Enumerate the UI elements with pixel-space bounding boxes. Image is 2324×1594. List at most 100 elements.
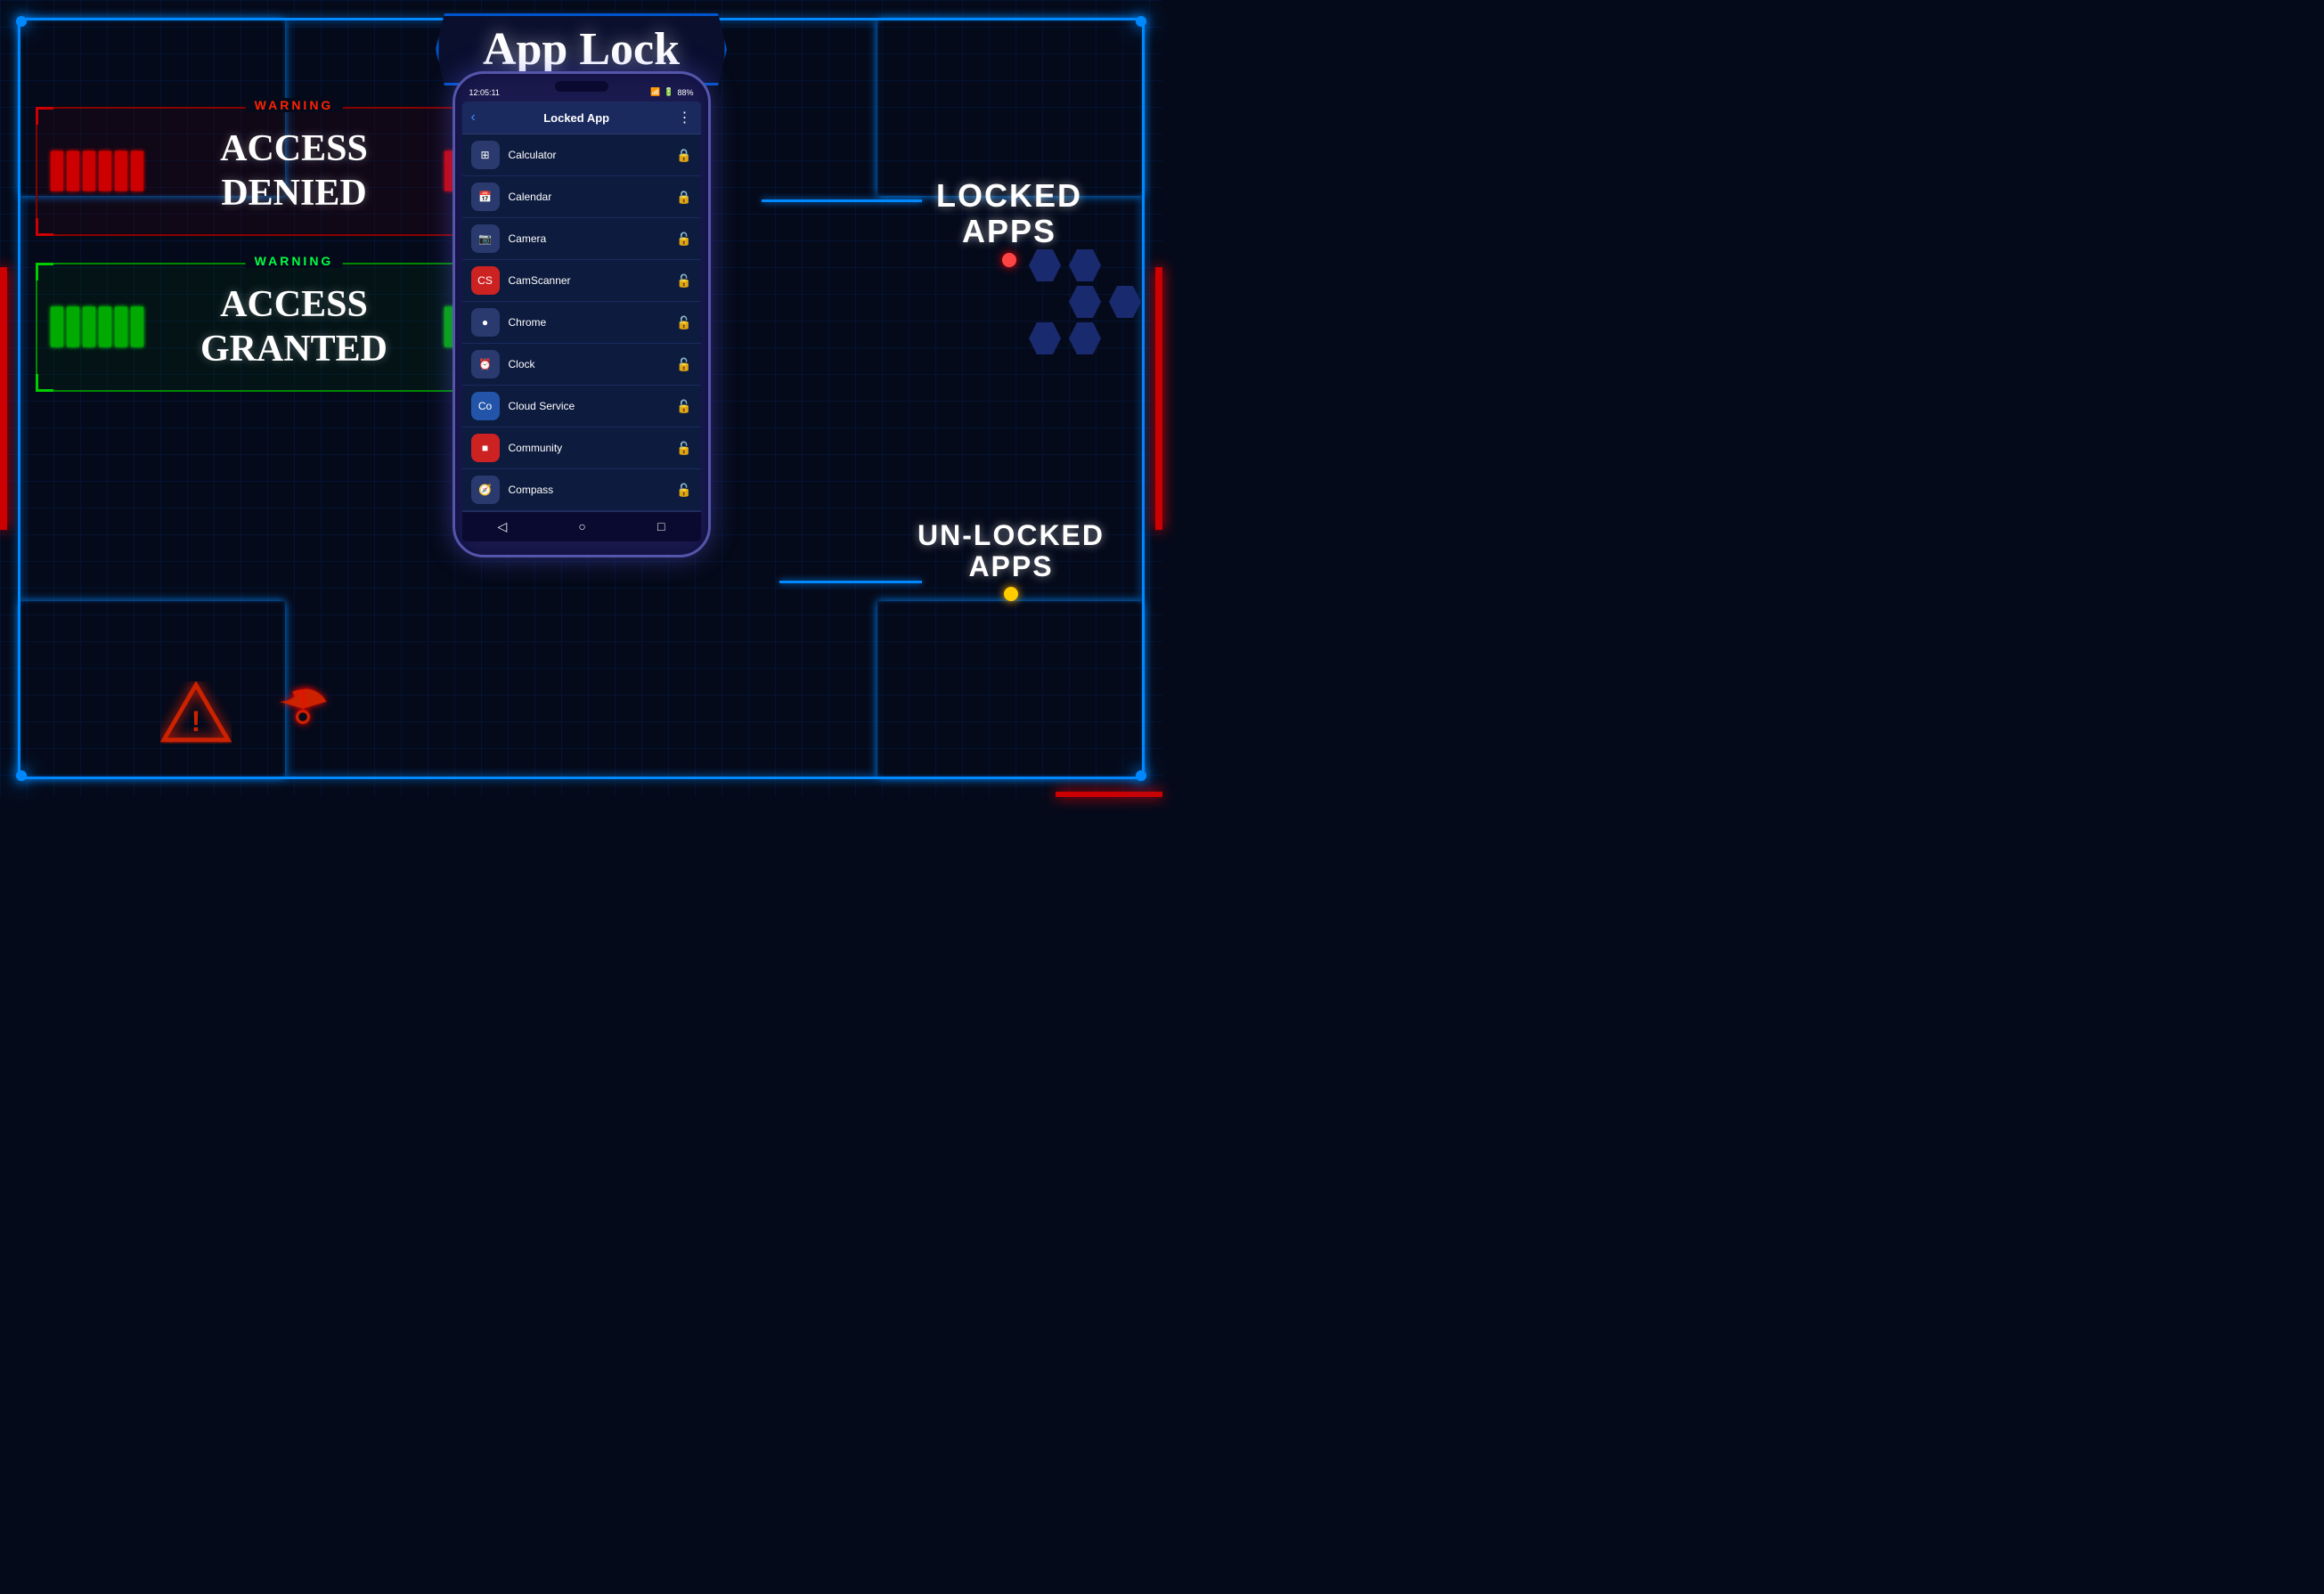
hex5	[1069, 286, 1101, 318]
stripes-denied-left	[51, 151, 143, 191]
hex6	[1109, 286, 1141, 318]
app-icon-symbol: ■	[482, 442, 488, 454]
lock-status-icon[interactable]: 🔓	[676, 441, 691, 456]
phone-nav-bar: ◁ ○ □	[462, 511, 701, 541]
gstripe3	[83, 307, 95, 347]
app-icon-symbol: ⏰	[478, 358, 492, 370]
nav-recent-button[interactable]: □	[657, 519, 665, 534]
hex8	[1069, 322, 1101, 354]
app-name: Compass	[509, 484, 554, 496]
granted-line2: GRANTED	[200, 329, 387, 370]
wifi-icon: 📶	[650, 87, 660, 97]
nav-back-button[interactable]: ◁	[498, 519, 508, 534]
app-name: Cloud Service	[509, 400, 575, 412]
app-list-item[interactable]: 🧭 Compass 🔓	[462, 469, 701, 511]
connector-locked-apps	[762, 199, 922, 202]
battery-percent: 88%	[677, 88, 693, 97]
app-item-left: 📷 Camera	[471, 224, 547, 253]
red-accent-left	[0, 267, 7, 530]
app-item-left: ⏰ Clock	[471, 350, 535, 378]
nav-home-button[interactable]: ○	[578, 519, 585, 534]
app-name: Community	[509, 442, 563, 454]
locked-line2: APPS	[936, 214, 1082, 249]
unlocked-apps-label: UN-LOCKED APPS	[917, 520, 1105, 582]
gstripe2	[67, 307, 79, 347]
neon-corner-br	[877, 601, 1145, 779]
neon-dot-tr	[1136, 16, 1146, 27]
denied-line2: DENIED	[221, 173, 366, 214]
connector-unlocked-apps	[779, 581, 922, 583]
red-accent-bottom-right	[1056, 792, 1162, 797]
app-icon: CS	[471, 266, 500, 295]
app-list-item[interactable]: ⊞ Calculator 🔒	[462, 134, 701, 176]
phone-header: ‹ Locked App ⋮	[462, 102, 701, 134]
app-list-item[interactable]: 📅 Calendar 🔒	[462, 176, 701, 218]
unlocked-line2: APPS	[917, 551, 1105, 582]
granted-line1: ACCESS	[220, 284, 368, 325]
hex-decoration-grid	[1029, 249, 1145, 354]
locked-line1: LOCKED	[936, 178, 1082, 214]
app-name: Chrome	[509, 316, 547, 329]
access-granted-text: ACCESS GRANTED	[162, 282, 426, 372]
lock-status-icon[interactable]: 🔓	[676, 483, 691, 498]
status-time: 12:05:11	[469, 88, 500, 97]
radiation-icon	[267, 681, 338, 752]
app-list-item[interactable]: ● Chrome 🔓	[462, 302, 701, 344]
label-unlocked-apps-container: UN-LOCKED APPS	[917, 520, 1105, 601]
app-item-left: 📅 Calendar	[471, 183, 552, 211]
stripe5	[115, 151, 127, 191]
app-icon-symbol: ●	[482, 316, 488, 329]
back-button[interactable]: ‹	[471, 110, 476, 126]
svg-text:!: !	[192, 705, 201, 737]
lock-status-icon[interactable]: 🔒	[676, 148, 691, 163]
stripe3	[83, 151, 95, 191]
app-icon: ●	[471, 308, 500, 337]
app-list-item[interactable]: CS CamScanner 🔓	[462, 260, 701, 302]
lock-status-icon[interactable]: 🔓	[676, 357, 691, 372]
gstripe4	[99, 307, 111, 347]
phone-screen-title: Locked App	[543, 111, 609, 125]
phone-container: 12:05:11 📶 🔋 88% ‹ Locked App ⋮ ⊞ Calcu	[453, 71, 711, 557]
lock-status-icon[interactable]: 🔓	[676, 273, 691, 289]
neon-line-left	[18, 196, 20, 601]
red-accent-right	[1155, 267, 1162, 530]
unlocked-indicator-dot	[1004, 587, 1018, 601]
app-item-left: ■ Community	[471, 434, 563, 462]
app-title: App Lock	[483, 23, 680, 76]
locked-apps-label: LOCKED APPS	[936, 178, 1082, 248]
neon-corner-tr	[877, 18, 1145, 196]
app-icon: Co	[471, 392, 500, 420]
neon-dot-bl	[16, 770, 27, 781]
lock-status-icon[interactable]: 🔒	[676, 190, 691, 205]
stripes-granted-left	[51, 307, 143, 347]
phone-mockup: 12:05:11 📶 🔋 88% ‹ Locked App ⋮ ⊞ Calcu	[453, 71, 711, 557]
app-icon-symbol: 🧭	[478, 484, 492, 496]
lock-status-icon[interactable]: 🔓	[676, 315, 691, 330]
hex7	[1029, 322, 1061, 354]
app-list-item[interactable]: Co Cloud Service 🔓	[462, 386, 701, 427]
lock-status-icon[interactable]: 🔓	[676, 399, 691, 414]
app-icon-symbol: ⊞	[480, 149, 489, 161]
lock-status-icon[interactable]: 🔓	[676, 232, 691, 247]
bottom-icons: !	[160, 681, 338, 752]
stripe1	[51, 151, 63, 191]
phone-screen: ‹ Locked App ⋮ ⊞ Calculator 🔒 📅 Calendar	[462, 102, 701, 541]
app-list-item[interactable]: 📷 Camera 🔓	[462, 218, 701, 260]
battery-icon: 🔋	[664, 87, 673, 97]
menu-button[interactable]: ⋮	[678, 109, 692, 126]
app-item-left: Co Cloud Service	[471, 392, 575, 420]
hex2	[1069, 249, 1101, 281]
app-item-left: 🧭 Compass	[471, 476, 554, 504]
stripe4	[99, 151, 111, 191]
gstripe6	[131, 307, 143, 347]
app-icon-symbol: 📅	[478, 191, 492, 203]
neon-line-bottom	[285, 777, 877, 779]
stripe2	[67, 151, 79, 191]
app-name: Camera	[509, 232, 547, 245]
app-name: Calculator	[509, 149, 557, 161]
app-list-item[interactable]: ■ Community 🔓	[462, 427, 701, 469]
hex1	[1029, 249, 1061, 281]
app-list-item[interactable]: ⏰ Clock 🔓	[462, 344, 701, 386]
phone-notch	[555, 81, 608, 92]
corner-tl-denied	[36, 107, 53, 125]
